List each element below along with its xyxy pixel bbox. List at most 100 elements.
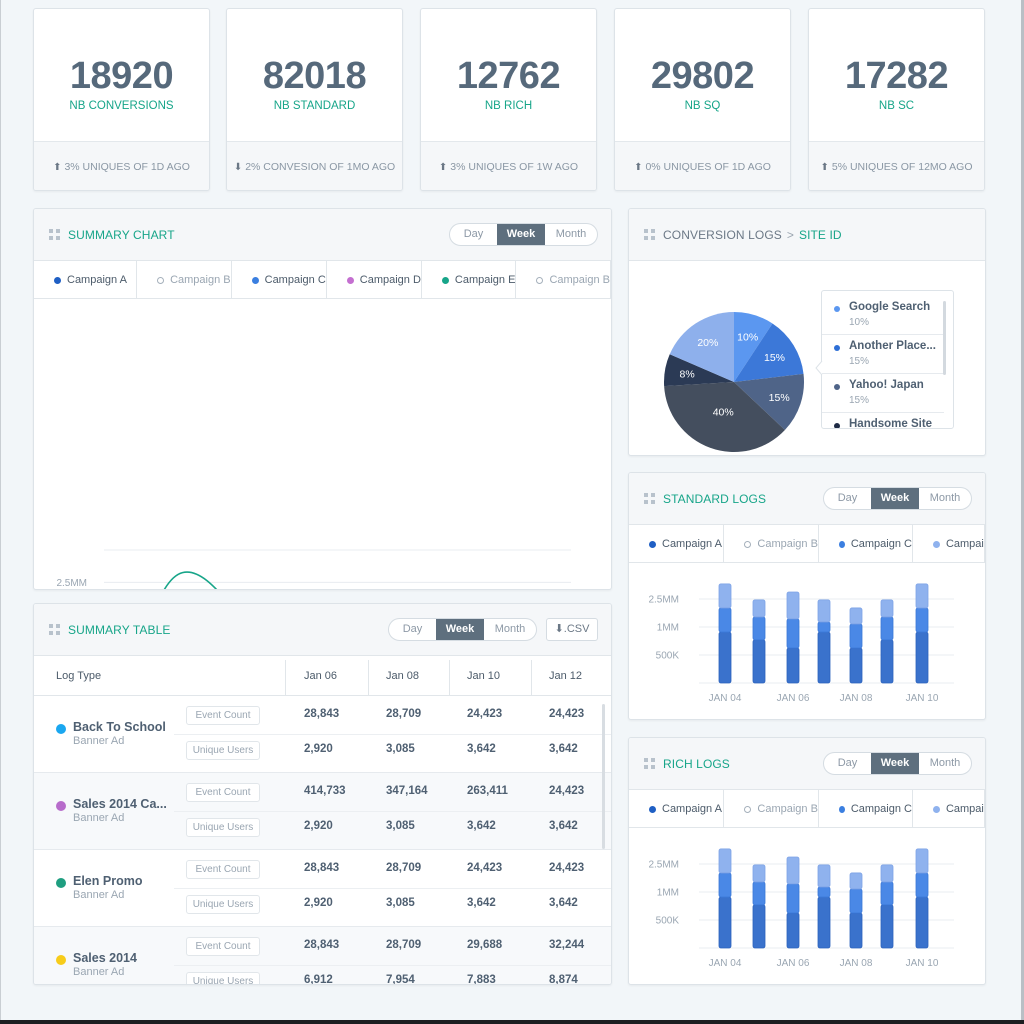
campaign-name: Sales 2014 Ca...: [73, 797, 167, 811]
kpi-card: 17282 NB SC ⬆ 5% UNIQUES OF 12MO AGO: [808, 8, 985, 191]
range-month-button[interactable]: Month: [545, 224, 597, 245]
download-csv-button[interactable]: ⬇.CSV: [546, 618, 598, 641]
breadcrumb-conversion-logs[interactable]: CONVERSION LOGS: [663, 228, 782, 242]
window-edge: [0, 0, 1, 1020]
table-row[interactable]: Sales 2014 Ca... Banner Ad Event Count Uniq…: [34, 773, 611, 850]
range-day-button[interactable]: Day: [450, 224, 497, 245]
kpi-card: 82018 NB STANDARD ⬇ 2% CONVESION OF 1MO AGO: [226, 8, 403, 191]
legend-item[interactable]: Campai: [913, 790, 985, 828]
kpi-card: 18920 NB CONVERSIONS ⬆ 3% UNIQUES OF 1D AGO: [33, 8, 210, 191]
legend-item[interactable]: Campaign C: [232, 261, 327, 299]
site-name: Handsome Site: [849, 418, 933, 429]
bar-segment-campaign-d: [718, 848, 732, 874]
pie-slice-label: 15%: [764, 352, 785, 364]
expand-icon[interactable]: [49, 229, 60, 240]
expand-icon[interactable]: [644, 493, 655, 504]
range-week-button[interactable]: Week: [871, 753, 919, 774]
legend-item[interactable]: Campaign A: [629, 525, 725, 563]
legend-label: Campai: [945, 538, 984, 550]
table-row[interactable]: Back To School Banner Ad Event Count Unique…: [34, 696, 611, 773]
legend-item[interactable]: Campaign B: [724, 525, 819, 563]
legend-scrollbar[interactable]: [943, 301, 946, 375]
expand-icon[interactable]: [644, 229, 655, 240]
unique-users-cell: 3,642: [549, 743, 578, 755]
event-count-cell: 28,843: [304, 862, 340, 874]
kpi-trend-text: 2% CONVESION OF 1MO AGO: [245, 161, 396, 173]
pie-legend-item[interactable]: Another Place... 15%: [822, 335, 944, 374]
legend-item[interactable]: Campaign B: [724, 790, 819, 828]
expand-icon[interactable]: [644, 758, 655, 769]
bar-segment-campaign-d: [849, 607, 863, 625]
kpi-label: NB STANDARD: [273, 100, 356, 112]
event-count-cell: 28,843: [304, 708, 340, 720]
bar-segment-campaign-a: [915, 896, 929, 949]
chart-legend: Campaign A Campaign B Campaign C Campai: [629, 525, 985, 563]
bar-segment-campaign-c: [786, 618, 800, 649]
stacked-bar-chart: 500K 1MM 2.5MM JAN 04 JAN 06 JAN 08 JAN 10: [648, 583, 954, 704]
range-week-button[interactable]: Week: [497, 224, 545, 245]
table-row[interactable]: Sales 2014 Banner Ad Event Count Unique Use…: [34, 927, 611, 985]
range-week-button[interactable]: Week: [871, 488, 919, 509]
event-count-cell: 414,733: [304, 785, 346, 797]
legend-item[interactable]: Campaign A: [34, 261, 138, 299]
site-name: Yahoo! Japan: [849, 379, 924, 391]
legend-item[interactable]: Campaign C: [819, 525, 913, 563]
range-toggle: Day Week Month: [823, 752, 972, 775]
column-header[interactable]: Jan 08: [386, 656, 419, 696]
stacked-bar-chart: 500K 1MM 2.5MM JAN 04 JAN 06 JAN 08 JAN 10: [648, 848, 954, 969]
campaign-type: Banner Ad: [73, 812, 125, 824]
breadcrumb: CONVERSION LOGS > SITE ID: [663, 228, 842, 242]
unique-users-cell: 8,874: [549, 974, 578, 985]
event-count-cell: 28,709: [386, 708, 422, 720]
legend-label: Campaign A: [67, 274, 127, 286]
standard-logs-panel: STANDARD LOGS Day Week Month Campaign AC…: [628, 472, 986, 720]
legend-item[interactable]: Campai: [913, 525, 985, 563]
kpi-card: 29802 NB SQ ⬆ 0% UNIQUES OF 1D AGO: [614, 8, 791, 191]
column-header[interactable]: Log Type: [56, 656, 101, 696]
column-header[interactable]: Jan 10: [467, 656, 500, 696]
range-day-button[interactable]: Day: [824, 488, 871, 509]
column-divider: [531, 660, 532, 696]
campaign-name: Back To School: [73, 720, 166, 734]
kpi-trend: ⬆ 3% UNIQUES OF 1D AGO: [34, 141, 209, 190]
bar-segment-campaign-a: [915, 631, 929, 684]
pie-legend: Google Search 10% Another Place... 15% Yahoo…: [821, 290, 954, 429]
legend-dot-icon: [54, 276, 61, 284]
row-divider: [174, 811, 611, 812]
legend-label: Campaign B: [757, 538, 818, 550]
range-day-button[interactable]: Day: [389, 619, 436, 640]
range-week-button[interactable]: Week: [436, 619, 484, 640]
event-count-cell: 263,411: [467, 785, 508, 797]
kpi-trend: ⬆ 5% UNIQUES OF 12MO AGO: [809, 141, 984, 190]
range-day-button[interactable]: Day: [824, 753, 871, 774]
site-name: Another Place...: [849, 340, 936, 352]
range-month-button[interactable]: Month: [919, 488, 971, 509]
legend-item[interactable]: Campaign D: [327, 261, 422, 299]
bar-segment-campaign-a: [880, 639, 894, 684]
bar-segment-campaign-d: [849, 872, 863, 890]
column-header[interactable]: Jan 06: [304, 656, 337, 696]
pie-legend-item[interactable]: Yahoo! Japan 15%: [822, 374, 944, 413]
expand-icon[interactable]: [49, 624, 60, 635]
range-month-button[interactable]: Month: [484, 619, 536, 640]
pie-legend-item[interactable]: Handsome Site: [822, 413, 944, 429]
event-count-cell: 28,709: [386, 862, 422, 874]
x-tick-label: JAN 08: [840, 693, 873, 704]
table-scrollbar[interactable]: [602, 704, 605, 849]
bar-segment-campaign-c: [817, 886, 831, 898]
column-header[interactable]: Jan 12: [549, 656, 582, 696]
legend-label: Campaign C: [850, 803, 912, 815]
legend-item[interactable]: Campaign B: [137, 261, 232, 299]
legend-item[interactable]: Campaign A: [629, 790, 725, 828]
legend-item[interactable]: Campaign C: [819, 790, 913, 828]
legend-dot-icon: [834, 384, 840, 390]
legend-item[interactable]: Campaign B: [516, 261, 611, 299]
legend-dot-icon: [744, 540, 752, 548]
table-row[interactable]: Elen Promo Banner Ad Event Count Unique Use…: [34, 850, 611, 927]
pie-legend-item[interactable]: Google Search 10%: [822, 296, 944, 335]
range-month-button[interactable]: Month: [919, 753, 971, 774]
legend-item[interactable]: Campaign E: [422, 261, 517, 299]
legend-label: Campaign C: [264, 274, 326, 286]
campaign-name: Elen Promo: [73, 874, 143, 888]
bar-segment-campaign-d: [786, 591, 800, 620]
